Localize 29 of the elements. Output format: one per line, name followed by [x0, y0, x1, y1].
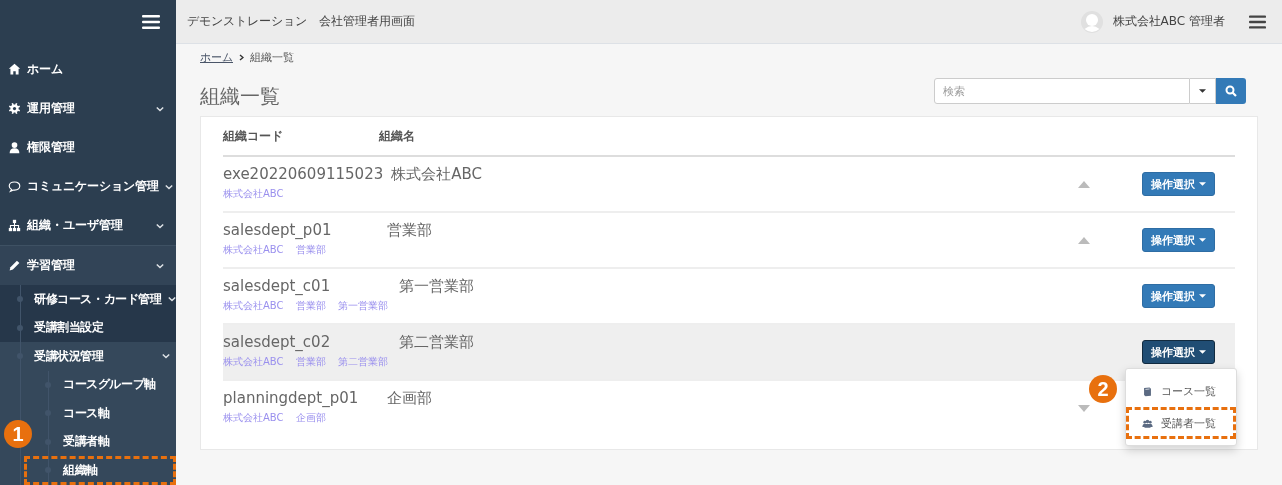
path-label: 株式会社ABC — [223, 355, 284, 369]
org-code: salesdept_c02 — [223, 333, 332, 351]
path-label: 株式会社ABC — [223, 299, 284, 313]
org-code: salesdept_p01 — [223, 221, 333, 239]
org-name: 第一営業部 — [398, 277, 474, 296]
path-label: 株式会社ABC — [223, 243, 284, 257]
org-code: planningdept_p01 — [223, 389, 360, 407]
org-name: 株式会社ABC — [390, 165, 482, 184]
callout-badge: 2 — [1089, 375, 1117, 403]
path-label: 営業部 — [295, 299, 326, 313]
org-code: exe20220609115023 — [223, 165, 384, 183]
path-label: 第二営業部 — [337, 355, 388, 369]
column-header: 組織コード — [223, 127, 284, 145]
callout-badge: 1 — [4, 420, 32, 448]
column-header: 組織名 — [379, 127, 415, 145]
org-name: 企画部 — [386, 389, 432, 408]
page-title: 組織一覧 — [200, 83, 280, 110]
path-label: 企画部 — [295, 411, 326, 425]
path-label: 営業部 — [295, 243, 326, 257]
org-name: 営業部 — [386, 221, 432, 240]
site-title: デモンストレーション — [187, 13, 307, 30]
path-label: 株式会社ABC — [223, 411, 284, 425]
breadcrumb-current: 組織一覧 — [250, 49, 294, 65]
screen-title: 会社管理者用画面 — [319, 13, 415, 30]
org-code: salesdept_c01 — [223, 277, 332, 295]
path-label: 第一営業部 — [337, 299, 388, 313]
path-label: 株式会社ABC — [223, 187, 284, 201]
org-name: 第二営業部 — [398, 333, 474, 352]
path-label: 営業部 — [295, 355, 326, 369]
